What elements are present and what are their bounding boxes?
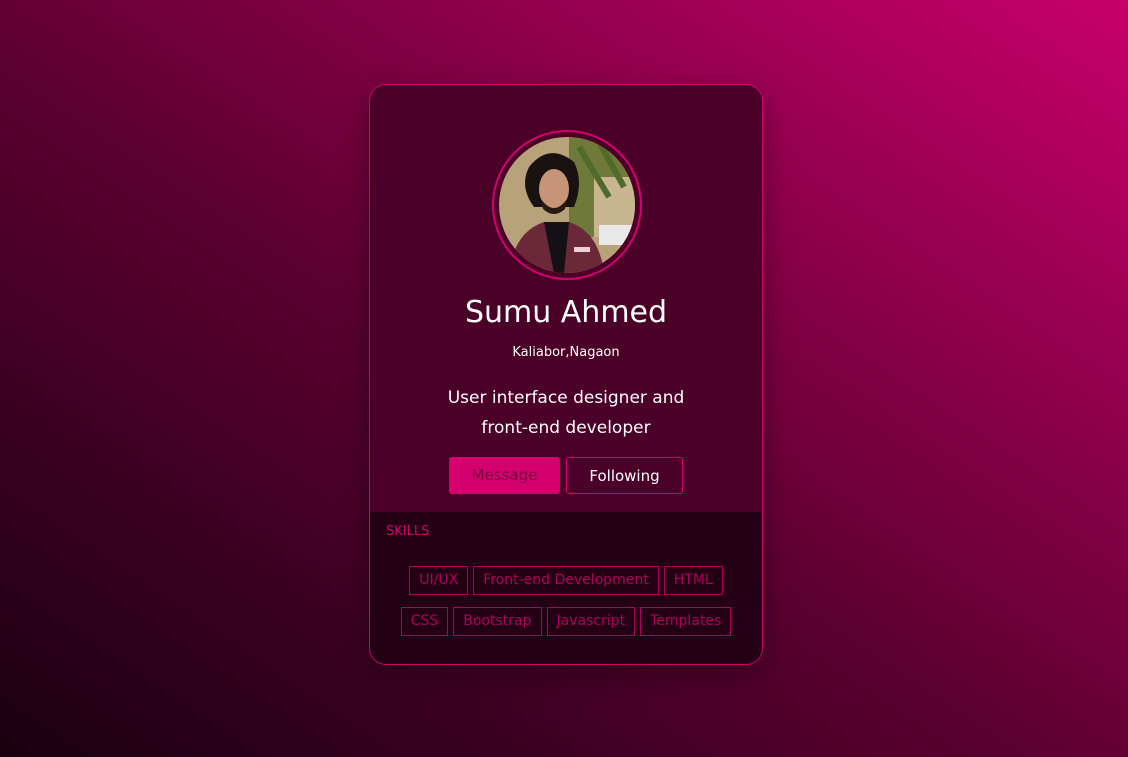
profile-location: Kaliabor,Nagaon — [512, 345, 620, 360]
skill-tag: Templates — [640, 607, 732, 636]
skill-tag: UI/UX — [409, 566, 469, 595]
skills-title: SKILLS — [386, 524, 430, 539]
skill-tag: HTML — [663, 566, 723, 595]
skill-tag: Bootstrap — [453, 607, 542, 636]
profile-card: Sumu Ahmed Kaliabor,Nagaon User interfac… — [369, 84, 763, 665]
skill-tag: CSS — [400, 607, 449, 636]
avatar — [499, 137, 635, 273]
skill-tag: Javascript — [546, 607, 636, 636]
message-button[interactable]: Message — [449, 457, 560, 494]
following-button[interactable]: Following — [566, 457, 683, 494]
skill-tag: Front-end Development — [473, 566, 659, 595]
profile-name: Sumu Ahmed — [464, 295, 668, 330]
skills-section: SKILLS UI/UX Front-end Development HTML … — [370, 512, 762, 664]
profile-header: Sumu Ahmed Kaliabor,Nagaon User interfac… — [370, 85, 762, 512]
avatar-photo — [499, 137, 635, 273]
skills-list: UI/UX Front-end Development HTML CSS Boo… — [390, 566, 742, 636]
profile-bio: User interface designer and front-end de… — [447, 388, 685, 438]
